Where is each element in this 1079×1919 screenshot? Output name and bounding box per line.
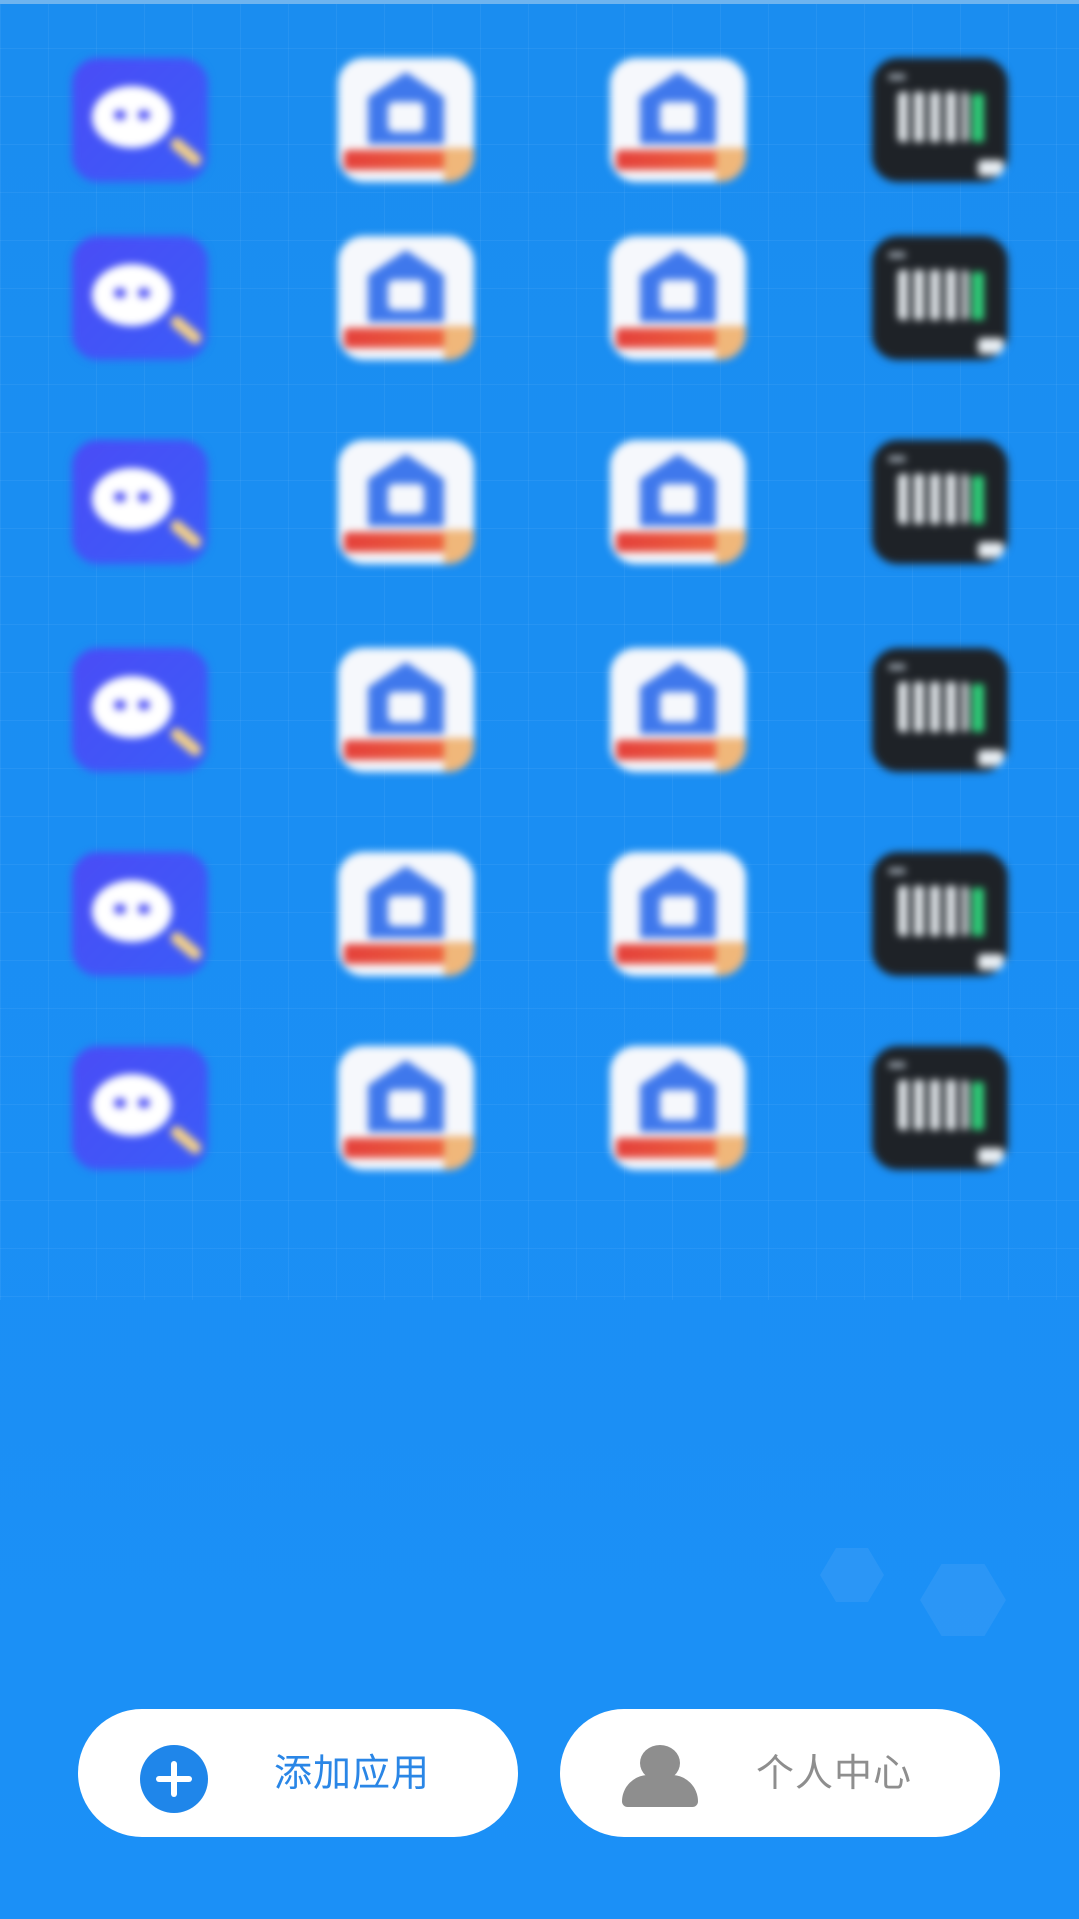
app-tile[interactable] [30,852,250,1032]
app-tile[interactable] [30,648,250,828]
chat-search-app-icon [72,1046,208,1170]
app-tile[interactable] [296,236,516,416]
app-tile[interactable] [830,648,1050,828]
house-app-icon [610,236,746,360]
app-tile[interactable] [830,236,1050,416]
app-tile[interactable] [830,440,1050,620]
app-tile[interactable] [568,440,788,620]
chat-search-app-icon [72,236,208,360]
decorative-hexagon [820,1548,884,1602]
app-tile[interactable] [568,58,788,238]
app-launcher-screen: 添加应用 个人中心 [0,0,1079,1919]
house-app-icon [610,852,746,976]
app-tile[interactable] [30,236,250,416]
chat-search-app-icon [72,440,208,564]
app-tile[interactable] [830,852,1050,1032]
app-tile[interactable] [830,1046,1050,1226]
app-tile[interactable] [30,1046,250,1226]
app-tile[interactable] [296,58,516,238]
add-app-button[interactable]: 添加应用 [78,1709,518,1837]
app-tile[interactable] [296,852,516,1032]
terminal-app-icon [872,648,1008,772]
profile-label: 个人中心 [756,1751,913,1795]
app-tile[interactable] [568,852,788,1032]
chat-search-app-icon [72,58,208,182]
terminal-app-icon [872,1046,1008,1170]
house-app-icon [610,58,746,182]
person-icon [622,1745,698,1807]
app-tile[interactable] [30,58,250,238]
house-app-icon [338,58,474,182]
house-app-icon [610,648,746,772]
chat-search-app-icon [72,852,208,976]
app-tile[interactable] [568,1046,788,1226]
profile-button[interactable]: 个人中心 [560,1709,1000,1837]
app-tile[interactable] [568,648,788,828]
terminal-app-icon [872,852,1008,976]
terminal-app-icon [872,236,1008,360]
house-app-icon [338,852,474,976]
plus-circle-icon [140,1745,212,1813]
decorative-hexagon [920,1564,1006,1636]
app-grid [0,0,1079,1460]
add-app-label: 添加应用 [274,1751,431,1795]
app-tile[interactable] [296,1046,516,1226]
app-tile[interactable] [296,440,516,620]
house-app-icon [610,440,746,564]
chat-search-app-icon [72,648,208,772]
app-tile[interactable] [296,648,516,828]
app-tile[interactable] [568,236,788,416]
house-app-icon [338,1046,474,1170]
terminal-app-icon [872,440,1008,564]
house-app-icon [338,236,474,360]
house-app-icon [338,648,474,772]
house-app-icon [338,440,474,564]
app-tile[interactable] [830,58,1050,238]
terminal-app-icon [872,58,1008,182]
house-app-icon [610,1046,746,1170]
app-tile[interactable] [30,440,250,620]
